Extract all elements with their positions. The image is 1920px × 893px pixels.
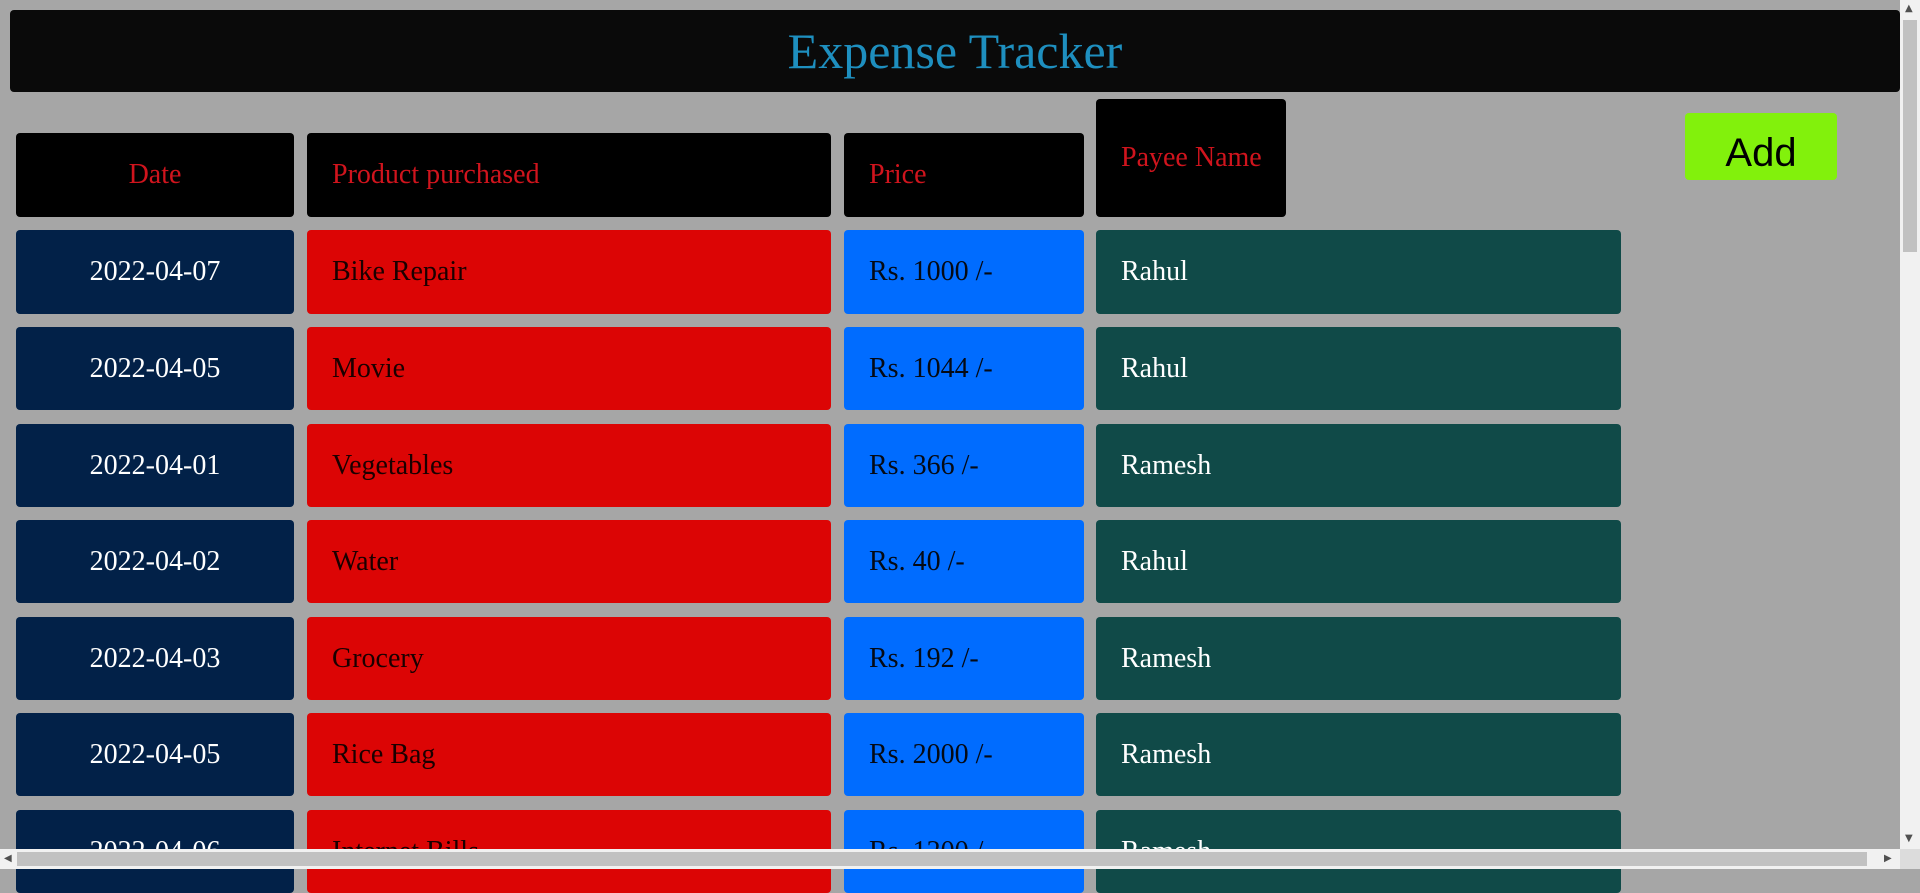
price-cell: Rs. 40 /- [844, 520, 1084, 603]
date-cell: 2022-04-05 [16, 713, 294, 796]
price-cell: Rs. 192 /- [844, 617, 1084, 700]
payee-cell: Rahul [1096, 327, 1621, 410]
product-cell: Movie [307, 327, 831, 410]
date-cell: 2022-04-01 [16, 424, 294, 507]
date-cell: 2022-04-07 [16, 230, 294, 314]
price-cell: Rs. 1000 /- [844, 230, 1084, 314]
triangle-up-icon[interactable]: ▲ [1905, 4, 1913, 14]
product-cell: Rice Bag [307, 713, 831, 796]
triangle-right-icon[interactable]: ▶ [1884, 854, 1892, 864]
date-cell: 2022-04-05 [16, 327, 294, 410]
payee-cell: Rahul [1096, 520, 1621, 603]
scrollbar-corner [1900, 849, 1920, 869]
triangle-down-icon[interactable]: ▼ [1905, 834, 1913, 844]
product-cell: Bike Repair [307, 230, 831, 314]
payee-cell: Ramesh [1096, 617, 1621, 700]
column-header-price: Price [844, 133, 1084, 217]
payee-cell: Ramesh [1096, 713, 1621, 796]
vertical-scrollbar[interactable]: ▲ ▼ [1900, 0, 1920, 849]
add-button[interactable]: Add [1685, 113, 1837, 180]
payee-cell: Rahul [1096, 230, 1621, 314]
page-title: Expense Tracker [787, 23, 1123, 79]
app-header: Expense Tracker [10, 10, 1900, 92]
vertical-scroll-thumb[interactable] [1903, 20, 1917, 252]
horizontal-scroll-thumb[interactable] [17, 852, 1867, 866]
date-cell: 2022-04-03 [16, 617, 294, 700]
price-cell: Rs. 366 /- [844, 424, 1084, 507]
product-cell: Water [307, 520, 831, 603]
price-cell: Rs. 1044 /- [844, 327, 1084, 410]
horizontal-scrollbar[interactable]: ◀ ▶ [0, 849, 1900, 869]
product-cell: Grocery [307, 617, 831, 700]
triangle-left-icon[interactable]: ◀ [4, 854, 12, 864]
column-header-product: Product purchased [307, 133, 831, 217]
price-cell: Rs. 2000 /- [844, 713, 1084, 796]
column-header-payee: Payee Name [1096, 99, 1286, 217]
column-header-date: Date [16, 133, 294, 217]
payee-cell: Ramesh [1096, 424, 1621, 507]
date-cell: 2022-04-02 [16, 520, 294, 603]
product-cell: Vegetables [307, 424, 831, 507]
